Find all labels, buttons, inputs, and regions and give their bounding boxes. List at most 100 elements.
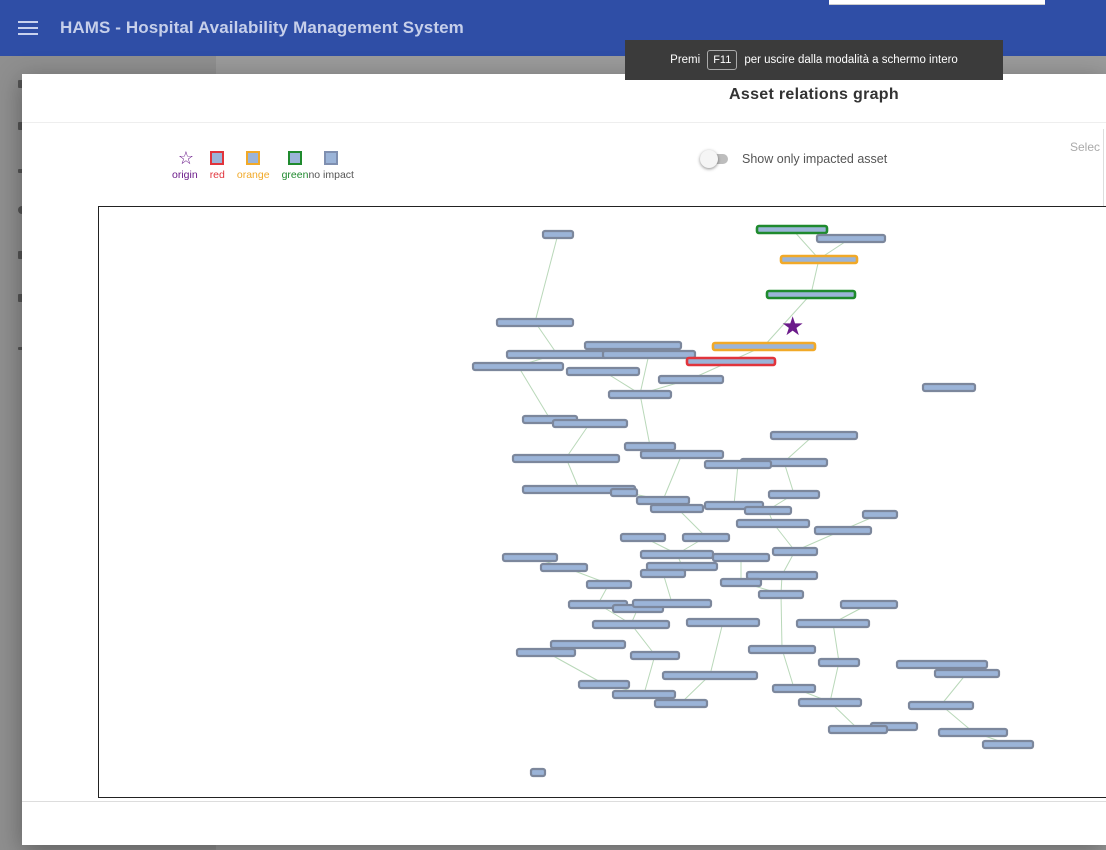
asset-node[interactable] [719,577,763,588]
asset-node[interactable] [629,650,681,661]
asset-node[interactable] [735,518,811,529]
asset-node[interactable] [653,698,709,709]
asset-node[interactable] [639,568,687,579]
asset-node[interactable] [703,459,773,470]
asset-node[interactable] [743,505,793,516]
footer-divider [22,801,1106,802]
graph-edge [709,621,724,676]
asset-node[interactable] [933,668,1001,679]
asset-node[interactable] [565,366,641,377]
asset-node[interactable] [815,233,887,244]
app-title: HAMS - Hospital Availability Management … [60,18,464,37]
legend-label: no impact [308,169,354,181]
legend-no-impact: no impact [308,151,354,181]
legend-origin: ☆ origin [172,148,198,181]
asset-node[interactable] [609,487,639,498]
asset-node[interactable] [657,374,725,385]
asset-node[interactable] [685,356,777,367]
asset-node[interactable] [711,552,771,563]
asset-node[interactable] [639,549,715,560]
orange-square-icon [246,151,261,165]
asset-node[interactable] [541,229,575,240]
toggle-knob[interactable] [700,150,718,168]
graph-edge [829,661,840,703]
legend-label: origin [172,169,198,181]
toggle-label: Show only impacted asset [742,152,888,166]
graph-canvas[interactable]: ★ [98,206,1106,798]
asset-node[interactable] [755,224,829,235]
asset-node[interactable] [619,532,667,543]
asset-node[interactable] [817,657,861,668]
star-icon: ☆ [177,148,194,168]
toast-key: F11 [707,50,738,70]
graph-edge [662,453,683,501]
asset-node[interactable] [907,700,975,711]
asset-node[interactable] [827,724,889,735]
asset-node[interactable] [765,289,857,300]
asset-node[interactable] [511,453,621,464]
asset-node[interactable] [631,598,713,609]
asset-node[interactable] [495,317,575,328]
asset-node[interactable] [623,441,677,452]
impacted-toggle[interactable]: Show only impacted asset [700,150,888,168]
asset-node[interactable] [551,418,629,429]
asset-node[interactable] [649,503,705,514]
graph-edge [643,654,656,695]
asset-node[interactable] [591,619,671,630]
asset-node[interactable] [505,349,609,360]
fullscreen-toast: Premi F11 per uscire dalla modalità a sc… [625,40,1003,80]
asset-node[interactable] [585,579,633,590]
menu-icon[interactable] [18,17,38,39]
no-impact-square-icon [324,151,339,165]
asset-node[interactable] [757,589,805,600]
asset-node[interactable] [607,389,673,400]
legend-green: green [282,151,308,181]
asset-node[interactable] [895,659,989,670]
graph-edge [781,648,795,689]
select-field[interactable]: Selec [1070,140,1100,154]
asset-node[interactable] [583,340,683,351]
origin-star-icon[interactable]: ★ [781,312,804,342]
graph-edge [733,463,739,506]
asset-node[interactable] [771,683,817,694]
asset-node[interactable] [681,532,731,543]
graph-edge [832,622,840,663]
asset-node[interactable] [771,546,819,557]
legend: ☆ origin red orange green no impact [172,148,366,181]
legend-label: red [209,169,225,181]
asset-node[interactable] [839,599,899,610]
asset-node[interactable] [921,382,977,393]
asset-node[interactable] [685,617,761,628]
asset-node[interactable] [501,552,559,563]
toggle-switch[interactable] [700,150,728,168]
asset-node[interactable] [747,644,817,655]
asset-node[interactable] [529,767,547,778]
asset-node[interactable] [981,739,1035,750]
asset-node[interactable] [769,430,859,441]
asset-node[interactable] [779,254,859,265]
red-square-icon [210,151,225,165]
graph-edge [780,593,783,650]
asset-node[interactable] [601,349,697,360]
asset-node[interactable] [797,697,863,708]
asset-node[interactable] [795,618,871,629]
asset-node[interactable] [549,639,627,650]
asset-node[interactable] [611,689,677,700]
dialog-title: Asset relations graph [729,86,899,103]
asset-node[interactable] [937,727,1009,738]
asset-node[interactable] [515,647,577,658]
green-square-icon [288,151,302,165]
asset-node[interactable] [539,562,589,573]
asset-node[interactable] [577,679,631,690]
graph-svg[interactable]: ★ [99,207,1106,798]
asset-node[interactable] [813,525,873,536]
asset-node[interactable] [861,509,899,520]
asset-node[interactable] [639,449,725,460]
asset-node[interactable] [767,489,821,500]
asset-node[interactable] [635,495,691,506]
legend-label: orange [236,169,270,181]
asset-node[interactable] [471,361,565,372]
asset-node[interactable] [711,341,817,352]
legend-red: red [210,151,225,181]
asset-node[interactable] [661,670,759,681]
